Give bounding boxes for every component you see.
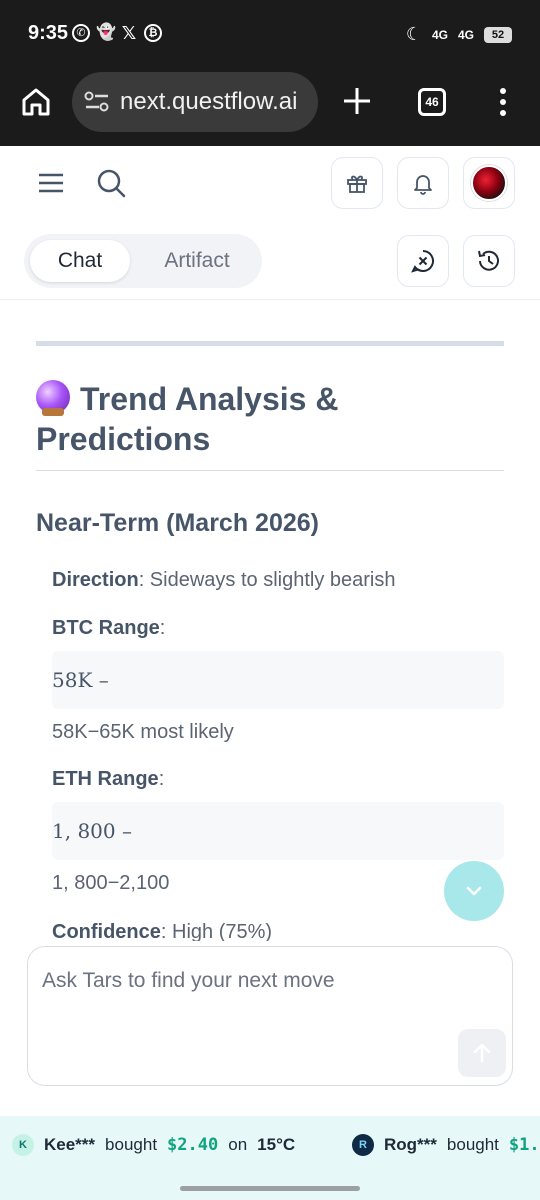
direction-value: : Sideways to slightly bearish <box>138 569 396 591</box>
history-button[interactable] <box>463 235 515 287</box>
eth-range-label: ETH Range <box>52 768 159 790</box>
tune-icon[interactable] <box>84 91 110 113</box>
arrow-up-icon <box>473 1043 491 1063</box>
confidence-value: : High (75%) <box>160 921 273 941</box>
btc-range-line: BTC Range: <box>52 617 166 639</box>
gift-icon <box>347 175 367 193</box>
ticker-item[interactable]: R Rog*** bought $1. <box>352 1134 540 1156</box>
battery-icon: 52 <box>484 26 512 43</box>
ticker-action: bought <box>446 1135 499 1154</box>
tab-artifact[interactable]: Artifact <box>142 240 252 282</box>
btc-range-label: BTC Range <box>52 617 160 639</box>
x-icon: 𝕏 <box>121 23 137 43</box>
chevron-down-icon <box>466 886 482 896</box>
bell-icon <box>414 175 432 195</box>
signal-1: 4G <box>431 27 448 42</box>
composer-placeholder: Ask Tars to find your next move <box>42 969 335 992</box>
eth-math-block: 1, 800 – <box>52 802 504 860</box>
ticker-on: on <box>228 1135 248 1154</box>
history-icon <box>478 250 499 271</box>
status-bar: 9:35 ✆ 👻 𝕏 ₿ ☾ 4G 4G 52 <box>0 0 540 66</box>
eth-range-text: 1, 800−2,100 <box>52 872 170 894</box>
notification-icons: ✆ 👻 𝕏 ₿ <box>72 24 162 42</box>
crystal-ball-icon <box>36 380 70 416</box>
view-tabs-row: Chat Artifact <box>0 224 540 300</box>
notifications-button[interactable] <box>397 157 449 209</box>
url-text: next.questflow.ai <box>120 88 298 115</box>
divider <box>36 470 504 471</box>
browser-toolbar: next.questflow.ai 46 <box>0 66 540 146</box>
btc-range-text: 58K−65K most likely <box>52 721 234 743</box>
bitcoin-icon: ₿ <box>144 24 162 42</box>
direction-label: Direction <box>52 569 139 591</box>
status-right: ☾ 4G 4G 52 <box>406 24 512 45</box>
snapchat-icon: 👻 <box>96 24 116 41</box>
url-bar[interactable]: next.questflow.ai <box>72 72 318 132</box>
scroll-down-button[interactable] <box>444 861 504 921</box>
menu-icon[interactable] <box>38 172 64 194</box>
section-heading: Trend Analysis & Predictions <box>36 380 339 457</box>
confidence-line: Confidence: High (75%) <box>52 921 272 941</box>
ticker-avatar: R <box>352 1134 374 1156</box>
moon-icon: ☾ <box>405 24 422 44</box>
ticker-amount: $1. <box>508 1135 540 1155</box>
whatsapp-icon: ✆ <box>72 24 90 42</box>
home-icon[interactable] <box>20 86 52 118</box>
new-chat-icon <box>411 250 434 273</box>
app-header <box>0 146 540 224</box>
avatar <box>471 165 507 201</box>
eth-range-line: ETH Range: <box>52 768 165 790</box>
direction-line: Direction: Sideways to slightly bearish <box>52 569 395 592</box>
new-chat-button[interactable] <box>397 235 449 287</box>
ticker-action: bought <box>105 1135 158 1154</box>
gift-button[interactable] <box>331 157 383 209</box>
ticker-user: Rog*** <box>384 1135 437 1154</box>
more-vert-icon[interactable] <box>496 86 510 118</box>
confidence-label: Confidence <box>52 921 161 941</box>
ticker-market: 15°C <box>257 1135 296 1154</box>
search-icon[interactable] <box>96 168 126 198</box>
divider <box>36 341 504 346</box>
chat-composer[interactable]: Ask Tars to find your next move <box>27 946 513 1086</box>
ticker-avatar: K <box>12 1134 34 1156</box>
ticker-item[interactable]: K Kee*** bought $2.40 on 15°C <box>12 1134 295 1156</box>
ticker-amount: $2.40 <box>167 1135 219 1155</box>
profile-button[interactable] <box>463 157 515 209</box>
tabs-icon[interactable]: 46 <box>418 88 446 116</box>
status-time: 9:35 <box>28 22 69 44</box>
signal-2: 4G <box>457 27 474 42</box>
btc-math-block: 58K – <box>52 651 504 709</box>
send-button[interactable] <box>458 1029 506 1077</box>
plus-icon[interactable] <box>340 84 374 118</box>
home-indicator <box>180 1186 360 1191</box>
subsection-heading: Near-Term (March 2026) <box>36 509 319 537</box>
view-switch: Chat Artifact <box>24 234 262 288</box>
tab-chat[interactable]: Chat <box>30 240 130 282</box>
ticker-user: Kee*** <box>44 1135 96 1154</box>
chat-content: Trend Analysis & Predictions Near-Term (… <box>0 301 540 941</box>
